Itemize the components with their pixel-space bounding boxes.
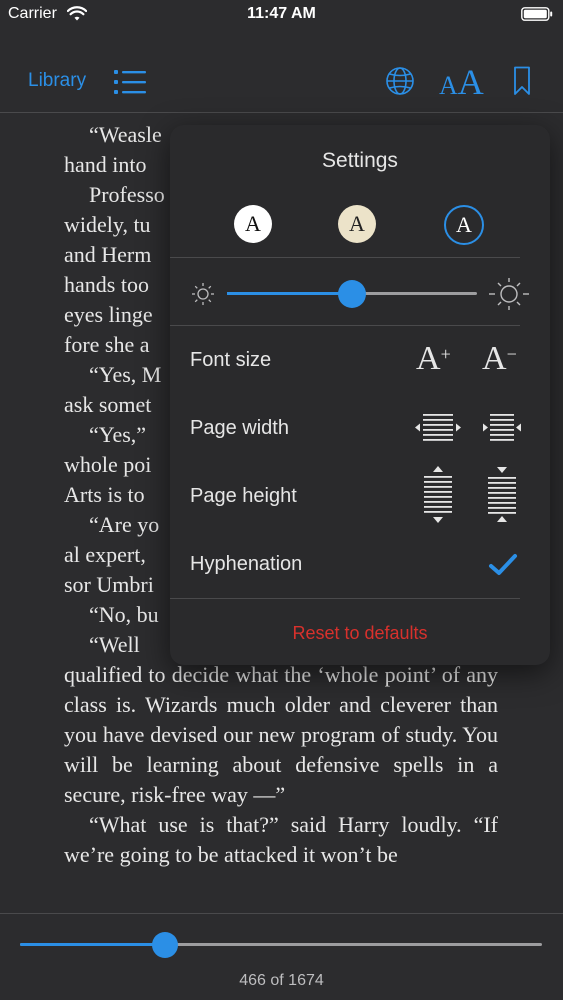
font-increase-glyph: A bbox=[416, 340, 441, 377]
bookmark-icon[interactable] bbox=[513, 66, 531, 96]
page-progress-slider[interactable] bbox=[20, 932, 542, 958]
brightness-high-icon bbox=[489, 278, 529, 310]
page-height-shorter-icon[interactable] bbox=[486, 465, 518, 525]
settings-popover: Settings A A A Font size A+ A− Page widt… bbox=[170, 125, 550, 665]
paragraph: “What use is that?” said Harry loudly. “… bbox=[64, 812, 498, 867]
page-height-label: Page height bbox=[190, 485, 297, 507]
reader-toolbar: Library AA bbox=[0, 52, 563, 113]
divider bbox=[170, 598, 520, 599]
battery-icon bbox=[521, 7, 553, 21]
theme-dark-button[interactable]: A bbox=[444, 205, 484, 245]
page-progress-fill bbox=[20, 943, 166, 946]
font-size-label: Font size bbox=[190, 349, 272, 371]
divider bbox=[170, 257, 520, 258]
font-decrease-button[interactable]: A− bbox=[482, 340, 517, 378]
font-small-glyph: A bbox=[439, 71, 458, 100]
page-counter: 466 of 1674 bbox=[239, 972, 324, 989]
settings-title: Settings bbox=[322, 149, 398, 172]
reset-to-defaults-button[interactable]: Reset to defaults bbox=[170, 623, 550, 644]
theme-sepia-button[interactable]: A bbox=[338, 205, 376, 243]
page-progress-knob[interactable] bbox=[152, 932, 179, 958]
font-big-glyph: A bbox=[457, 62, 484, 102]
font-increase-button[interactable]: A+ bbox=[416, 340, 451, 378]
status-bar: Carrier 11:47 AM bbox=[0, 0, 563, 30]
footer-divider bbox=[0, 913, 563, 914]
status-time: 11:47 AM bbox=[247, 5, 316, 22]
paragraph: qualified to decide what the ‘whole poin… bbox=[64, 662, 498, 807]
brightness-slider-fill bbox=[227, 292, 352, 295]
divider bbox=[170, 325, 520, 326]
hyphenation-checkmark-icon[interactable] bbox=[488, 553, 518, 577]
library-button[interactable]: Library bbox=[28, 70, 86, 92]
globe-icon[interactable] bbox=[385, 66, 415, 96]
minus-mark: − bbox=[506, 344, 517, 364]
table-of-contents-icon[interactable] bbox=[114, 69, 146, 95]
page-width-wider-icon[interactable] bbox=[414, 411, 462, 445]
page-height-taller-icon[interactable] bbox=[422, 465, 454, 525]
theme-white-button[interactable]: A bbox=[234, 205, 272, 243]
plus-mark: + bbox=[440, 344, 451, 364]
brightness-slider-knob[interactable] bbox=[338, 280, 366, 308]
page-width-narrower-icon[interactable] bbox=[478, 411, 526, 445]
page-width-label: Page width bbox=[190, 417, 289, 439]
brightness-slider[interactable] bbox=[227, 280, 477, 308]
font-decrease-glyph: A bbox=[482, 340, 507, 377]
font-settings-button[interactable]: AA bbox=[439, 61, 484, 103]
hyphenation-label: Hyphenation bbox=[190, 553, 303, 575]
brightness-low-icon bbox=[192, 283, 214, 305]
